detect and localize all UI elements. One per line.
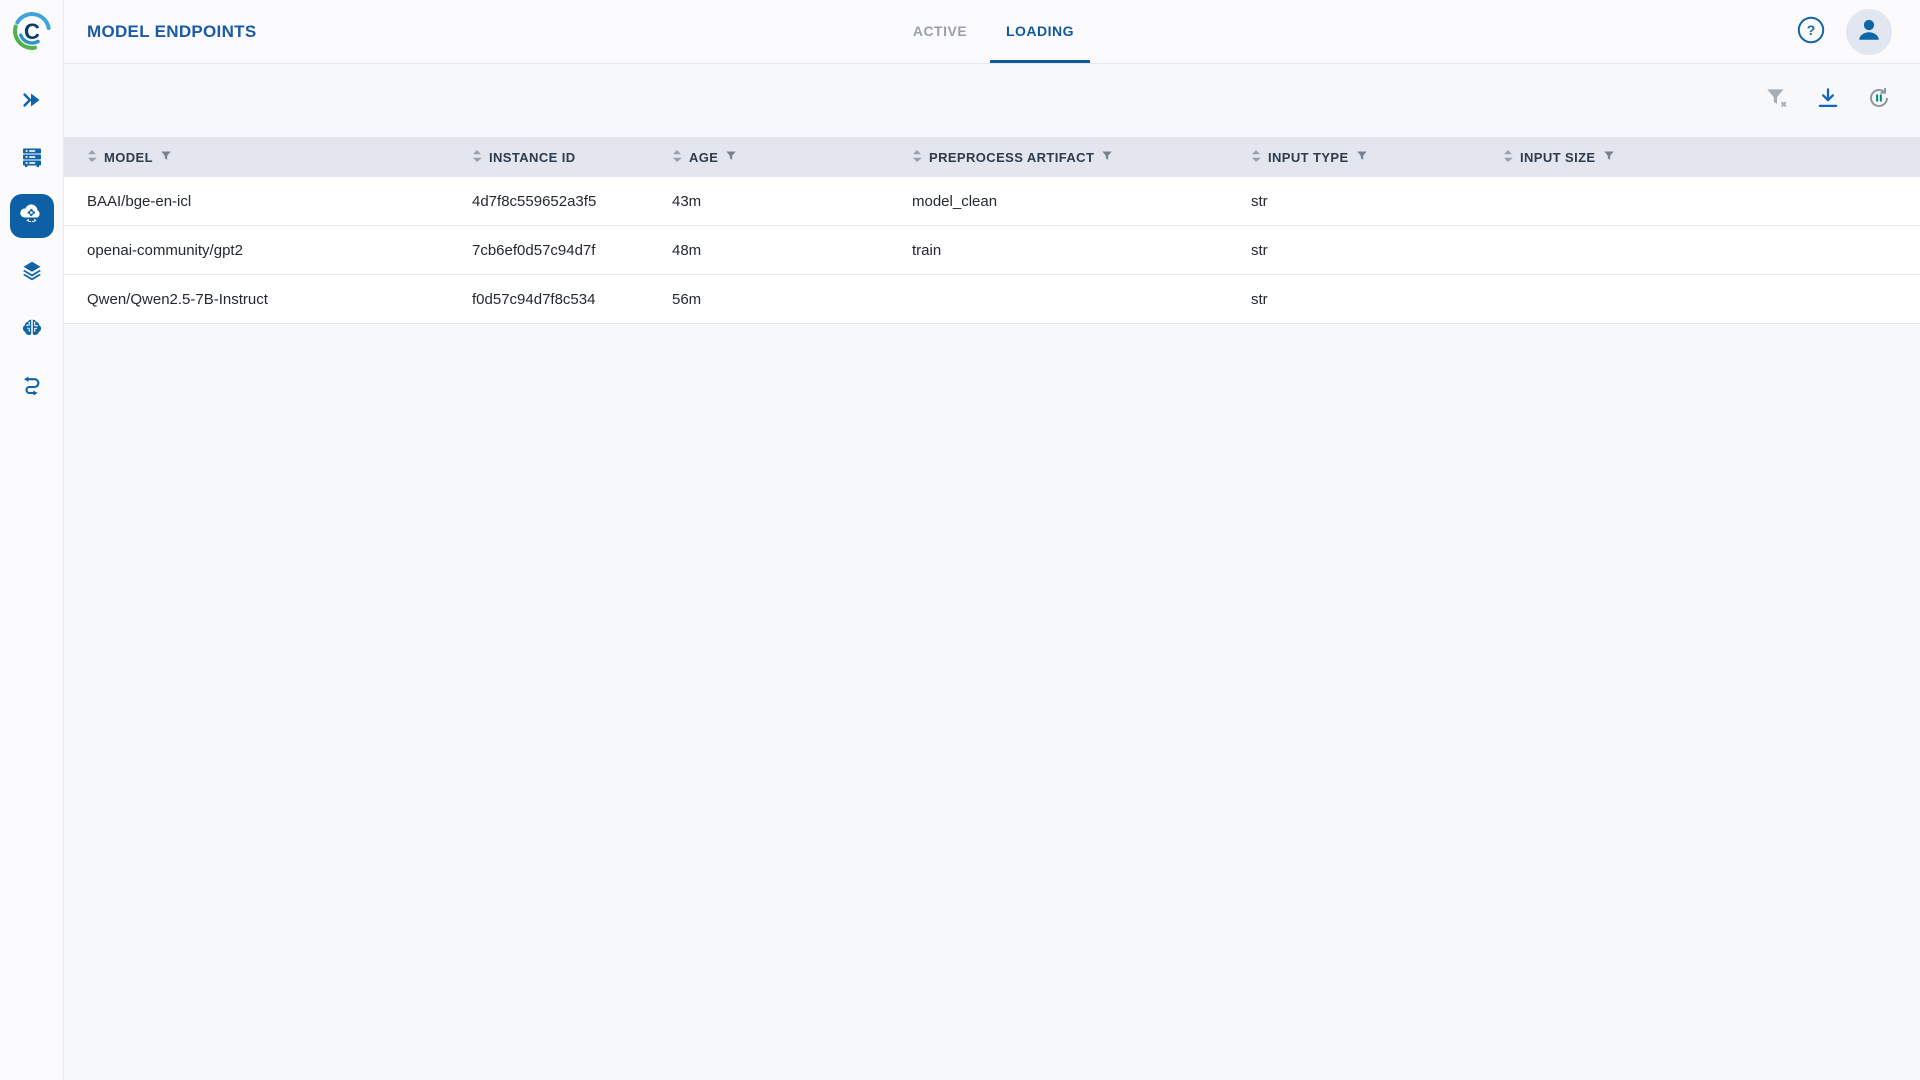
filter-icon[interactable]: [725, 150, 737, 165]
sidebar-item-model-endpoints[interactable]: [10, 194, 54, 238]
table-header-row: MODEL INSTANCE ID AGE: [64, 137, 1920, 177]
table-row[interactable]: Qwen/Qwen2.5-7B-Instructf0d57c94d7f8c534…: [64, 275, 1920, 324]
table-cell: [889, 275, 1228, 323]
clear-filters-button[interactable]: [1764, 85, 1790, 114]
table-cell: openai-community/gpt2: [64, 226, 449, 274]
filter-icon[interactable]: [1101, 150, 1113, 165]
brain-icon: [20, 316, 44, 345]
cloud-gear-icon: [18, 200, 45, 232]
column-header-label: AGE: [689, 150, 718, 165]
table-cell: [1480, 177, 1920, 225]
sidebar-item-brain[interactable]: [10, 308, 54, 352]
table-cell: str: [1228, 275, 1480, 323]
tab-loading[interactable]: LOADING: [990, 0, 1090, 63]
table-cell: train: [889, 226, 1228, 274]
auto-refresh-paused-icon: [1866, 85, 1892, 114]
column-header[interactable]: PREPROCESS ARTIFACT: [889, 137, 1228, 177]
column-header[interactable]: INSTANCE ID: [449, 137, 649, 177]
sort-icon[interactable]: [912, 149, 922, 166]
user-avatar-icon: [1854, 15, 1884, 48]
table-cell: BAAI/bge-en-icl: [64, 177, 449, 225]
column-header-label: INSTANCE ID: [489, 150, 576, 165]
sort-icon[interactable]: [87, 149, 97, 166]
table-cell: 7cb6ef0d57c94d7f: [449, 226, 649, 274]
grid-toolbar: [64, 64, 1920, 137]
sidebar-item-pipeline[interactable]: [10, 365, 54, 409]
table-row[interactable]: openai-community/gpt27cb6ef0d57c94d7f48m…: [64, 226, 1920, 275]
help-button[interactable]: ?: [1796, 15, 1826, 48]
pipeline-icon: [20, 373, 44, 402]
column-header-label: PREPROCESS ARTIFACT: [929, 150, 1094, 165]
table-cell: str: [1228, 177, 1480, 225]
sort-icon[interactable]: [472, 149, 482, 166]
sidebar-item-layers[interactable]: [10, 251, 54, 295]
sort-icon[interactable]: [1251, 149, 1261, 166]
table-row[interactable]: BAAI/bge-en-icl4d7f8c559652a3f543mmodel_…: [64, 177, 1920, 226]
column-header-label: INPUT SIZE: [1520, 150, 1596, 165]
endpoints-table: MODEL INSTANCE ID AGE: [64, 137, 1920, 324]
page-title: MODEL ENDPOINTS: [87, 0, 256, 63]
column-header[interactable]: INPUT TYPE: [1228, 137, 1480, 177]
download-button[interactable]: [1815, 85, 1841, 114]
page-root: C: [0, 0, 1920, 1080]
sidebar-item-servers[interactable]: [10, 137, 54, 181]
sidebar-item-fast-forward[interactable]: [10, 80, 54, 124]
sidebar: C: [0, 0, 64, 1080]
table-cell: 56m: [649, 275, 889, 323]
table-cell: 4d7f8c559652a3f5: [449, 177, 649, 225]
sort-icon[interactable]: [1503, 149, 1513, 166]
table-cell: model_clean: [889, 177, 1228, 225]
filter-icon[interactable]: [1356, 150, 1368, 165]
column-header-label: MODEL: [104, 150, 153, 165]
svg-text:?: ?: [1807, 22, 1816, 38]
column-header[interactable]: INPUT SIZE: [1480, 137, 1920, 177]
table-cell: Qwen/Qwen2.5-7B-Instruct: [64, 275, 449, 323]
column-header-label: INPUT TYPE: [1268, 150, 1349, 165]
column-header[interactable]: AGE: [649, 137, 889, 177]
tab-bar: ACTIVE LOADING: [890, 0, 1090, 63]
sidebar-nav: [0, 80, 63, 409]
table-cell: 43m: [649, 177, 889, 225]
tab-active[interactable]: ACTIVE: [890, 0, 990, 63]
logo-icon[interactable]: C: [11, 10, 53, 52]
table-cell: [1480, 275, 1920, 323]
table-cell: [1480, 226, 1920, 274]
sort-icon[interactable]: [672, 149, 682, 166]
filter-icon[interactable]: [160, 150, 172, 165]
fast-forward-icon: [20, 88, 44, 117]
table-cell: f0d57c94d7f8c534: [449, 275, 649, 323]
filter-icon[interactable]: [1603, 150, 1615, 165]
clear-filters-icon: [1764, 85, 1790, 114]
topbar: MODEL ENDPOINTS ACTIVE LOADING ?: [64, 0, 1920, 64]
user-menu-button[interactable]: [1846, 9, 1892, 55]
download-icon: [1815, 85, 1841, 114]
svg-text:C: C: [24, 19, 40, 44]
table-cell: 48m: [649, 226, 889, 274]
topbar-actions: ?: [1796, 0, 1892, 63]
table-cell: str: [1228, 226, 1480, 274]
server-rack-icon: [20, 145, 44, 174]
table-body: BAAI/bge-en-icl4d7f8c559652a3f543mmodel_…: [64, 177, 1920, 324]
layers-icon: [20, 259, 44, 288]
auto-refresh-button[interactable]: [1866, 85, 1892, 114]
column-header[interactable]: MODEL: [64, 137, 449, 177]
help-icon: ?: [1796, 15, 1826, 48]
